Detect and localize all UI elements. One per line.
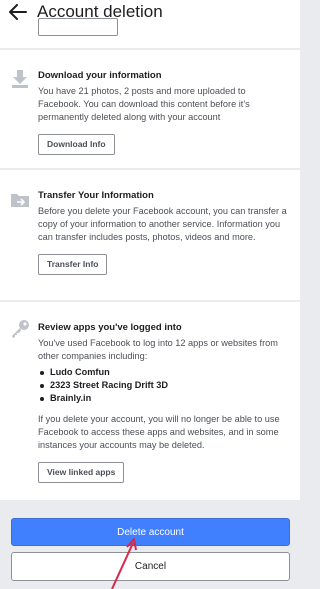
key-icon xyxy=(9,318,31,340)
previous-section xyxy=(0,18,300,48)
section-description: You have 21 photos, 2 posts and more upl… xyxy=(38,86,250,122)
arrow-left-icon xyxy=(9,4,27,20)
list-item: Ludo Comfun xyxy=(38,366,290,379)
section-title: Download your information xyxy=(38,70,162,81)
download-section: Download your information You have 21 ph… xyxy=(0,50,300,168)
section-description: Before you delete your Facebook account,… xyxy=(38,206,287,242)
linked-apps-list: Ludo Comfun 2323 Street Racing Drift 3D … xyxy=(38,366,290,405)
view-linked-apps-button[interactable]: View linked apps xyxy=(38,462,125,483)
download-icon xyxy=(9,68,31,90)
apps-section: Review apps you've logged into You've us… xyxy=(0,302,300,500)
cancel-button[interactable]: Cancel xyxy=(11,552,290,581)
section-title: Transfer Your Information xyxy=(38,190,154,201)
folder-transfer-icon xyxy=(9,189,31,211)
list-item: 2323 Street Racing Drift 3D xyxy=(38,379,290,392)
list-item: Brainly.in xyxy=(38,392,290,405)
back-button[interactable] xyxy=(0,0,36,24)
transfer-info-button[interactable]: Transfer Info xyxy=(38,254,108,275)
previous-section-button[interactable] xyxy=(38,18,118,36)
section-title: Review apps you've logged into xyxy=(38,322,182,333)
section-warning: If you delete your account, you will no … xyxy=(38,414,280,450)
section-description: You've used Facebook to log into 12 apps… xyxy=(38,338,278,361)
transfer-section: Transfer Your Information Before you del… xyxy=(0,170,300,300)
footer-actions: Delete account Cancel xyxy=(0,508,300,589)
delete-account-button[interactable]: Delete account xyxy=(11,518,290,546)
download-info-button[interactable]: Download Info xyxy=(38,134,115,155)
